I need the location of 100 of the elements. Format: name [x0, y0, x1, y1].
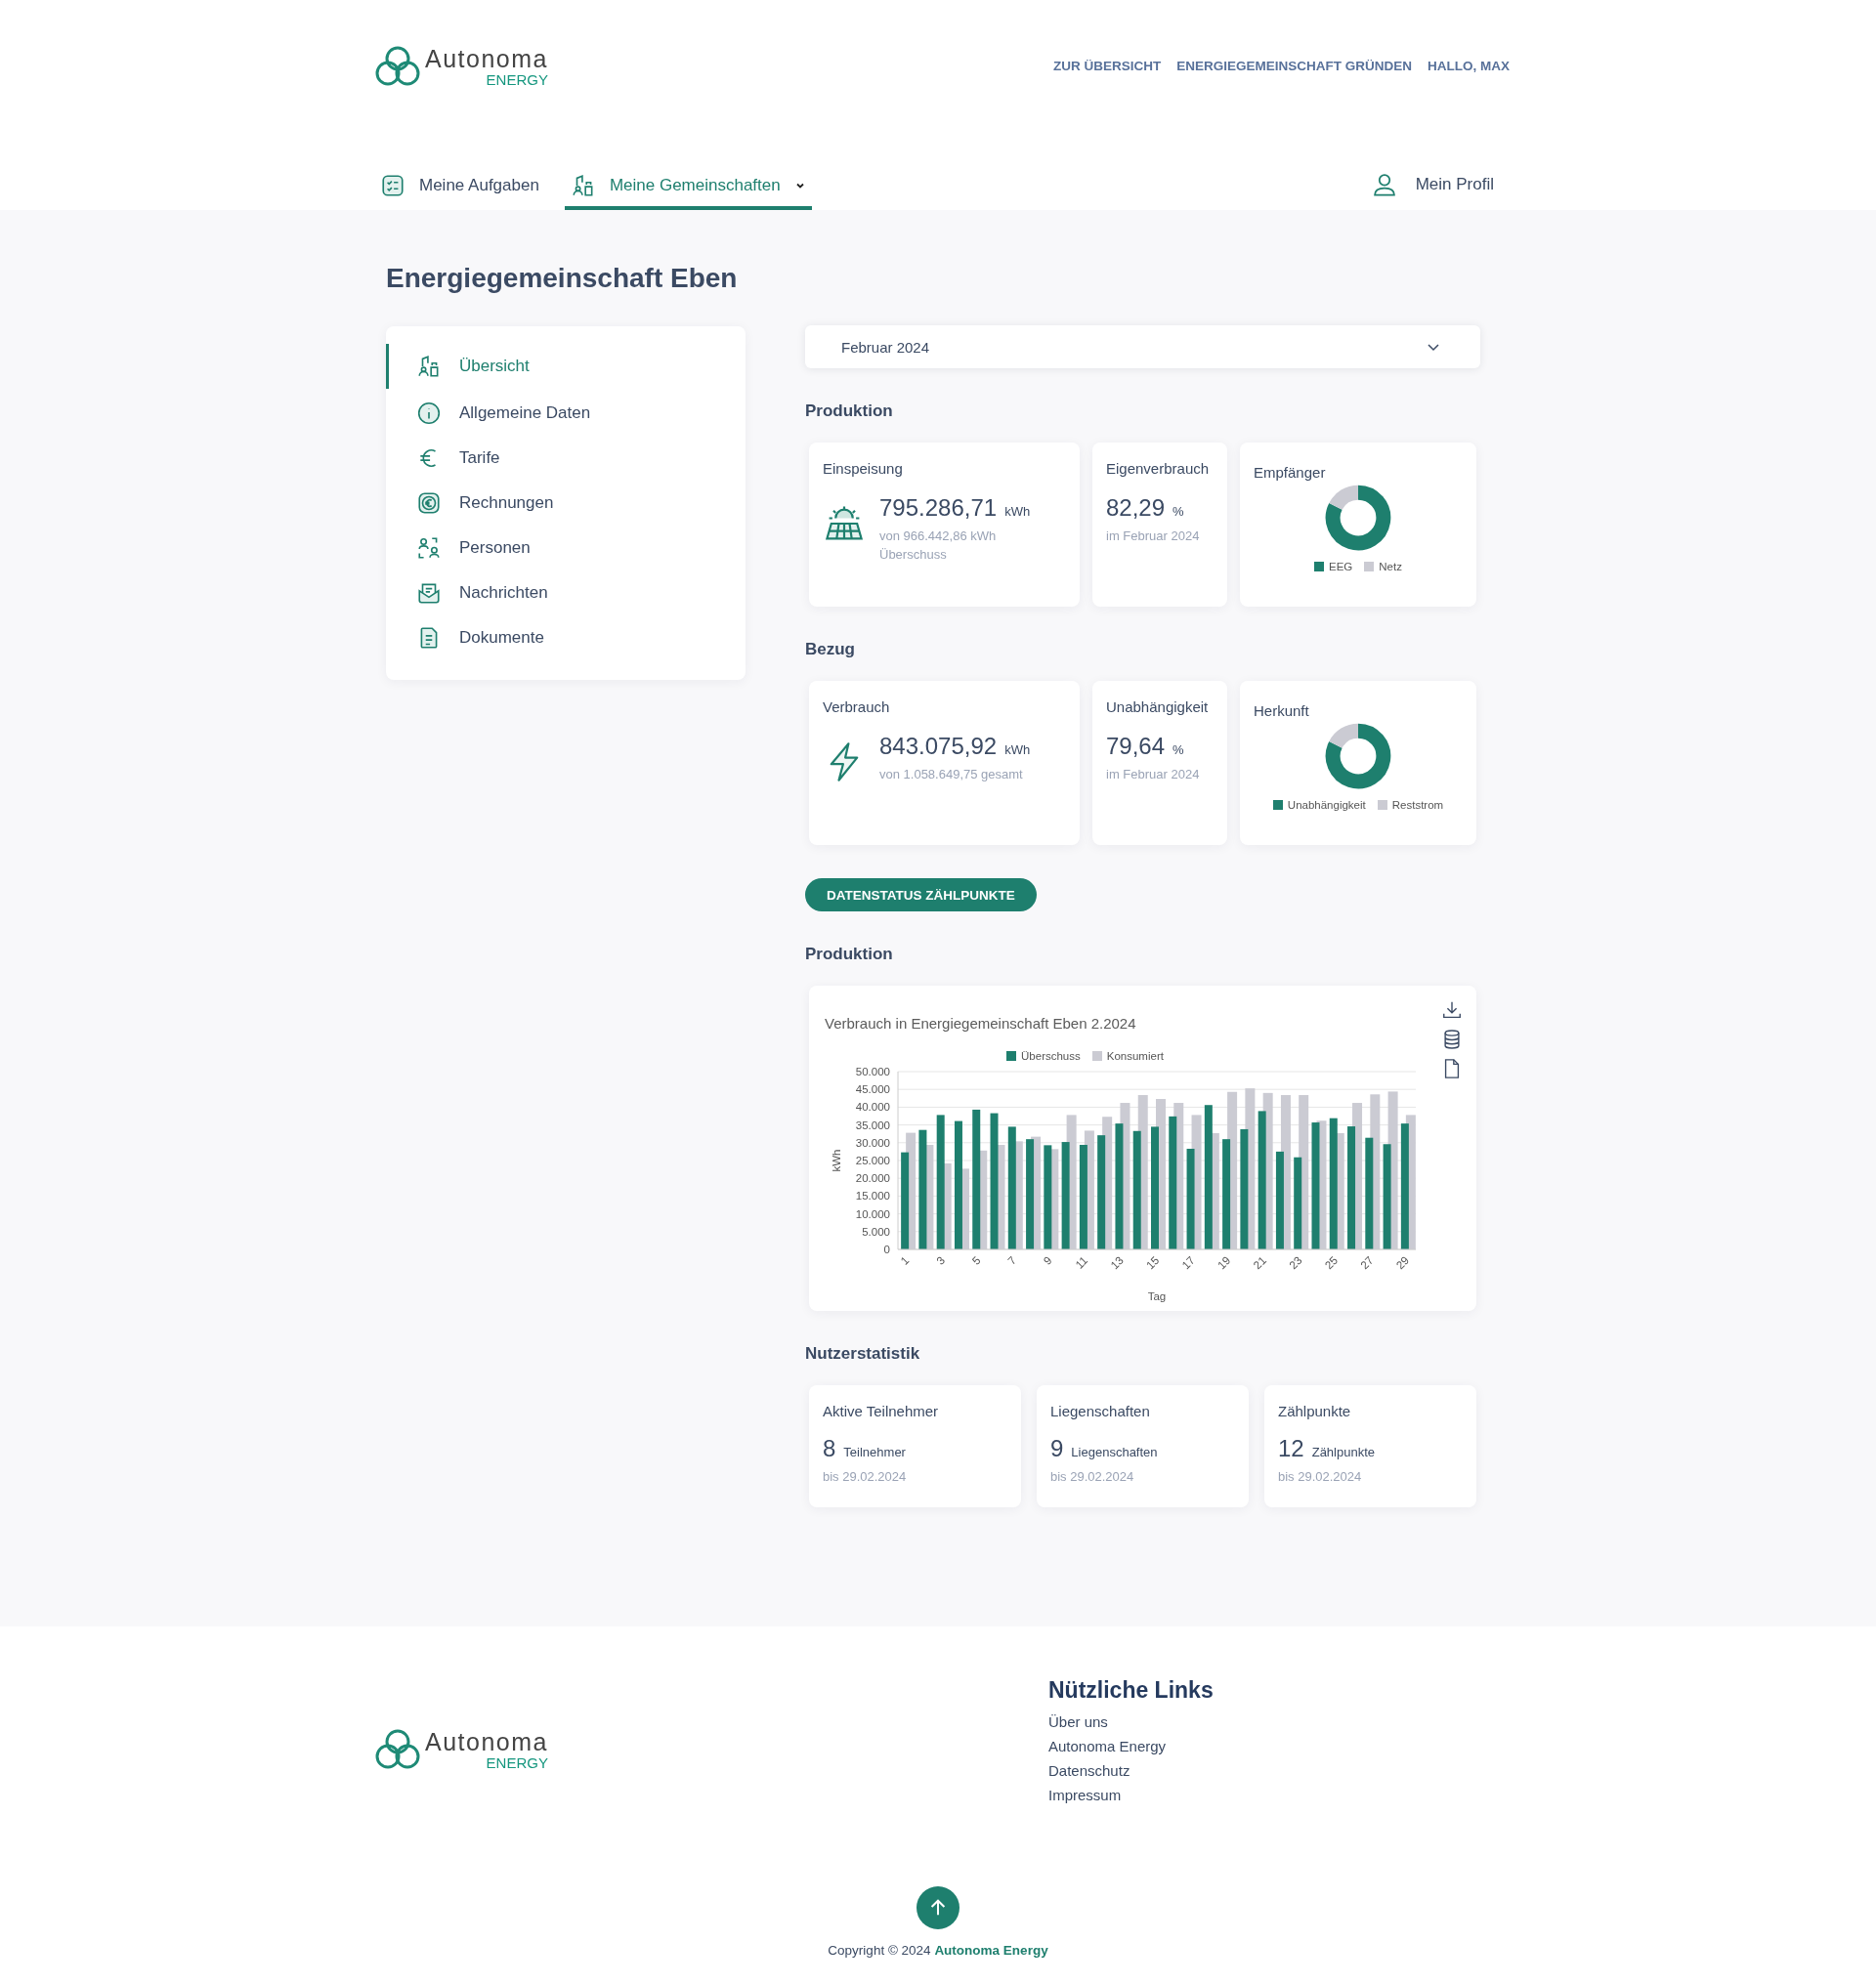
logo-name: Autonoma [425, 1729, 548, 1754]
y-tick-label: 0 [883, 1244, 890, 1255]
sidebar-item[interactable]: Allgemeine Daten [386, 393, 746, 434]
status-button[interactable]: DATENSTATUS ZÄHLPUNKTE [805, 878, 1037, 911]
people-icon [416, 535, 442, 561]
section-title: Produktion [805, 401, 894, 421]
card-label: Einspeisung [823, 460, 904, 477]
sidebar-item[interactable]: Dokumente [386, 617, 746, 658]
header-link[interactable]: ENERGIEGEMEINSCHAFT GRÜNDEN [1176, 59, 1412, 73]
profile-link[interactable]: Mein Profil [1364, 171, 1500, 210]
x-tick-label: 3 [934, 1253, 948, 1267]
y-tick-label: 25.000 [855, 1155, 890, 1166]
stat-note: im Februar 2024 [1106, 528, 1201, 545]
stat-value: 12 [1278, 1435, 1304, 1462]
header-link[interactable]: HALLO, MAX [1428, 59, 1510, 73]
card-label: Verbrauch [823, 698, 891, 715]
y-tick-label: 20.000 [855, 1172, 890, 1185]
y-tick-label: 40.000 [855, 1101, 890, 1114]
card-label: Liegenschaften [1050, 1403, 1151, 1419]
y-tick-label: 15.000 [855, 1190, 890, 1203]
legend-label: Überschuss [1021, 1050, 1081, 1062]
legend-label: Konsumiert [1106, 1050, 1164, 1062]
y-tick-label: 10.000 [855, 1207, 890, 1220]
page-title: Energiegemeinschaft Eben [386, 263, 739, 294]
logo-tagline: ENERGY [486, 71, 548, 87]
x-tick-label: 13 [1108, 1253, 1126, 1272]
section-title: Bezug [805, 640, 856, 659]
footer-link[interactable]: Autonoma Energy [1048, 1738, 1214, 1754]
copyright-text: Copyright © 2024 Autonoma Energy [828, 1943, 1048, 1958]
checklist-icon [380, 173, 405, 198]
footer-heading: Nützliche Links [1048, 1677, 1214, 1704]
stat-note: von 966.442,86 kWh Überschuss [879, 528, 998, 564]
download-icon[interactable] [1441, 999, 1463, 1021]
copyright-link[interactable]: Autonoma Energy [934, 1943, 1048, 1958]
logo-name: Autonoma [425, 46, 548, 71]
unit-label: Liegenschaften [1071, 1445, 1158, 1459]
stat-note: bis 29.02.2024 [1278, 1468, 1363, 1486]
logo-icon [374, 1728, 421, 1771]
footer-link[interactable]: Über uns [1048, 1713, 1214, 1730]
x-tick-label: 19 [1215, 1253, 1233, 1272]
card-label: Herkunft [1254, 702, 1309, 719]
nav-tab[interactable]: Meine Aufgaben [374, 173, 545, 210]
x-tick-label: 27 [1358, 1253, 1376, 1272]
stat-value: 9 [1050, 1435, 1064, 1462]
footer-link[interactable]: Impressum [1048, 1787, 1214, 1803]
card-label: Empfänger [1254, 464, 1326, 481]
sidebar-item[interactable]: Rechnungen [386, 483, 746, 524]
y-tick-label: 30.000 [855, 1136, 890, 1149]
scroll-top-button[interactable] [917, 1886, 959, 1929]
unit-label: Teilnehmer [843, 1445, 906, 1459]
section-title: Nutzerstatistik [805, 1344, 921, 1364]
donut-chart [1325, 485, 1391, 551]
stat-value: 795.286,71 [879, 494, 998, 522]
sidebar-item[interactable]: Personen [386, 528, 746, 569]
stat-note: bis 29.02.2024 [1050, 1468, 1135, 1486]
logo-icon [374, 45, 421, 88]
card-label: Aktive Teilnehmer [823, 1403, 940, 1419]
card-label: Eigenverbrauch [1106, 460, 1211, 477]
chart-title: Verbrauch in Energiegemeinschaft Eben 2.2024 [825, 1015, 1136, 1032]
donut-chart [1325, 723, 1391, 789]
unit-label: kWh [1004, 742, 1031, 757]
x-tick-label: 25 [1322, 1253, 1341, 1272]
x-tick-label: 5 [969, 1253, 983, 1267]
sidebar-item[interactable]: Nachrichten [386, 572, 746, 613]
stat-value: 843.075,92 [879, 733, 998, 760]
legend-label: Reststrom [1391, 799, 1444, 811]
unit-label: % [1172, 504, 1184, 519]
nav-tab[interactable]: Meine Gemeinschaften [564, 173, 812, 210]
info-icon [416, 401, 442, 426]
y-tick-label: 50.000 [855, 1066, 890, 1077]
x-tick-label: 17 [1179, 1253, 1197, 1272]
legend-label: Unabhängigkeit [1287, 799, 1366, 811]
stat-value: 8 [823, 1435, 836, 1462]
x-tick-label: 29 [1393, 1253, 1412, 1272]
legend-label: Netz [1379, 561, 1402, 572]
stat-value: 82,29 [1106, 494, 1166, 522]
sidebar-item[interactable]: Tarife [386, 438, 746, 479]
unit-label: % [1172, 742, 1184, 757]
header-link[interactable]: ZUR ÜBERSICHT [1053, 59, 1162, 73]
stat-value: 79,64 [1106, 733, 1166, 760]
euro-coin-icon [416, 490, 442, 516]
stat-note: bis 29.02.2024 [823, 1468, 908, 1486]
x-tick-label: 11 [1073, 1253, 1090, 1271]
stat-note: von 1.058.649,75 gesamt [879, 766, 1024, 783]
y-tick-label: 5.000 [862, 1225, 890, 1238]
x-tick-label: 1 [898, 1253, 912, 1267]
x-tick-label: 9 [1041, 1253, 1054, 1267]
legend-label: EEG [1329, 561, 1353, 572]
unit-label: kWh [1004, 504, 1031, 519]
x-tick-label: 7 [1005, 1253, 1019, 1267]
sidebar-item[interactable]: Übersicht [386, 344, 746, 389]
footer-link[interactable]: Datenschutz [1048, 1762, 1214, 1779]
y-tick-label: 45.000 [855, 1083, 890, 1096]
database-icon[interactable] [1441, 1029, 1463, 1050]
x-tick-label: 21 [1251, 1253, 1269, 1272]
month-select[interactable]: Februar 2024 [805, 325, 1480, 368]
section-title: Produktion [805, 945, 894, 964]
y-tick-label: 35.000 [855, 1119, 890, 1131]
stat-note: im Februar 2024 [1106, 766, 1201, 783]
axis-title: kWh [831, 1149, 842, 1172]
